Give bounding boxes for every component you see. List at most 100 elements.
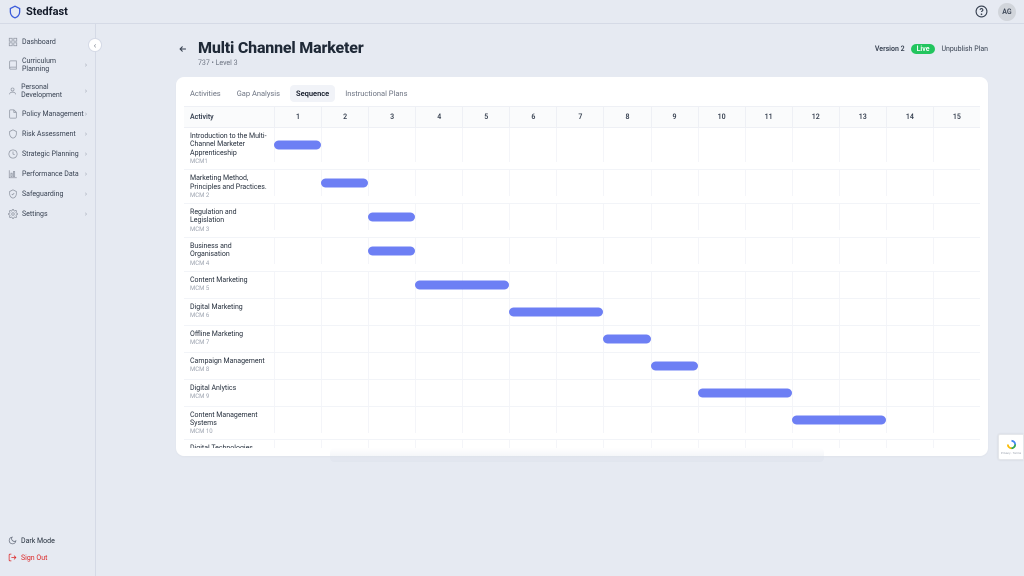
chevron-right-icon: › — [85, 150, 87, 158]
nav-icon — [8, 86, 17, 96]
activity-title: Regulation and Legislation — [190, 208, 268, 225]
column-header: 6 — [509, 107, 556, 127]
sidebar-item-curriculum-planning[interactable]: Curriculum Planning› — [0, 52, 95, 78]
sidebar-nav: DashboardCurriculum Planning›Personal De… — [0, 24, 95, 526]
nav-label: Policy Management — [22, 110, 84, 118]
nav-icon — [8, 60, 18, 70]
gantt-bar[interactable] — [321, 179, 368, 188]
activity-row: Marketing Method, Principles and Practic… — [184, 170, 980, 204]
activity-title: Content Management Systems — [190, 411, 268, 428]
brand-name: Stedfast — [26, 5, 68, 18]
nav-label: Curriculum Planning — [22, 57, 85, 73]
back-button[interactable] — [176, 42, 190, 56]
gantt-bar[interactable] — [368, 212, 415, 221]
sign-out-button[interactable]: Sign Out — [0, 549, 95, 566]
column-header: 12 — [792, 107, 839, 127]
sidebar-item-policy-management[interactable]: Policy Management› — [0, 104, 95, 124]
column-header: 3 — [368, 107, 415, 127]
activity-row: Introduction to the Multi-Channel Market… — [184, 128, 980, 170]
chevron-right-icon: › — [85, 87, 87, 95]
nav-icon — [8, 169, 18, 179]
sidebar-item-risk-assessment[interactable]: Risk Assessment› — [0, 124, 95, 144]
nav-label: Safeguarding — [22, 190, 63, 198]
moon-icon — [8, 536, 17, 545]
user-avatar[interactable]: AG — [998, 3, 1016, 21]
sign-out-label: Sign Out — [21, 554, 47, 562]
activity-title: Business and Organisation — [190, 242, 268, 259]
chevron-right-icon: › — [85, 61, 87, 69]
nav-icon — [8, 37, 18, 47]
tab-gap-analysis[interactable]: Gap Analysis — [231, 85, 286, 102]
gantt-bar[interactable] — [368, 246, 415, 255]
nav-icon — [8, 149, 18, 159]
recaptcha-badge[interactable]: Privacy · Terms — [998, 434, 1024, 460]
activity-title: Introduction to the Multi-Channel Market… — [190, 132, 268, 157]
tab-activities[interactable]: Activities — [184, 85, 227, 102]
sidebar-item-dashboard[interactable]: Dashboard — [0, 32, 95, 52]
unpublish-plan-link[interactable]: Unpublish Plan — [941, 45, 988, 53]
gantt-bar[interactable] — [792, 415, 886, 424]
activity-row: Business and OrganisationMCM 4 — [184, 238, 980, 272]
gantt-bar[interactable] — [415, 280, 509, 289]
activity-column-header: Activity — [184, 107, 274, 127]
page-subtitle: 737 • Level 3 — [198, 59, 363, 67]
column-header: 4 — [415, 107, 462, 127]
activity-code: MCM1 — [190, 158, 268, 165]
nav-icon — [8, 129, 18, 139]
nav-label: Performance Data — [22, 170, 79, 178]
nav-label: Risk Assessment — [22, 130, 76, 138]
help-button[interactable] — [972, 3, 990, 21]
chevron-right-icon: › — [85, 170, 87, 178]
gantt-bar[interactable] — [603, 334, 650, 343]
activity-title: Offline Marketing — [190, 330, 268, 338]
nav-icon — [8, 109, 18, 119]
nav-icon — [8, 209, 18, 219]
activity-title: Digital Technologies — [190, 444, 268, 448]
tab-instructional-plans[interactable]: Instructional Plans — [339, 85, 413, 102]
column-header: 1 — [274, 107, 321, 127]
activity-title: Campaign Management — [190, 357, 268, 365]
activity-code: MCM 3 — [190, 226, 268, 233]
tab-bar: ActivitiesGap AnalysisSequenceInstructio… — [184, 85, 980, 106]
sequence-card: ActivitiesGap AnalysisSequenceInstructio… — [176, 77, 988, 456]
activity-title: Marketing Method, Principles and Practic… — [190, 174, 268, 191]
activity-row: Digital AnlyticsMCM 9 — [184, 380, 980, 407]
nav-label: Strategic Planning — [22, 150, 79, 158]
column-header: 10 — [698, 107, 745, 127]
column-header: 8 — [603, 107, 650, 127]
chevron-right-icon: › — [85, 190, 87, 198]
sidebar-item-strategic-planning[interactable]: Strategic Planning › — [0, 144, 95, 164]
activity-code: MCM 8 — [190, 366, 268, 373]
sidebar-item-settings[interactable]: Settings› — [0, 204, 95, 224]
chevron-right-icon: › — [85, 210, 87, 218]
column-header: 15 — [933, 107, 980, 127]
column-header: 7 — [556, 107, 603, 127]
brand-logo-icon — [8, 5, 22, 19]
sidebar-item-safeguarding[interactable]: Safeguarding › — [0, 184, 95, 204]
activity-code: MCM 10 — [190, 428, 268, 435]
gantt-bar[interactable] — [698, 388, 792, 397]
dark-mode-toggle[interactable]: Dark Mode — [0, 532, 95, 549]
column-header: 2 — [321, 107, 368, 127]
sidebar-collapse-button[interactable]: ‹ — [88, 38, 102, 52]
activity-row: Content Management SystemsMCM 10 — [184, 407, 980, 441]
activity-title: Content Marketing — [190, 276, 268, 284]
activity-code: MCM 7 — [190, 339, 268, 346]
sidebar-item-performance-data[interactable]: Performance Data › — [0, 164, 95, 184]
status-badge: Live — [911, 44, 936, 54]
column-header: 9 — [651, 107, 698, 127]
page-title: Multi Channel Marketer — [198, 38, 363, 57]
activity-title: Digital Marketing — [190, 303, 268, 311]
tab-sequence[interactable]: Sequence — [290, 85, 335, 102]
chevron-right-icon: › — [85, 110, 87, 118]
gantt-bar[interactable] — [274, 141, 321, 150]
dark-mode-label: Dark Mode — [21, 537, 55, 545]
sidebar-item-personal-development[interactable]: Personal Development› — [0, 78, 95, 104]
column-header: 11 — [745, 107, 792, 127]
gantt-bar[interactable] — [651, 361, 698, 370]
gantt-bar[interactable] — [509, 307, 603, 316]
sign-out-icon — [8, 553, 17, 562]
activity-title: Digital Anlytics — [190, 384, 268, 392]
nav-label: Personal Development — [21, 83, 85, 99]
nav-label: Dashboard — [22, 38, 56, 46]
